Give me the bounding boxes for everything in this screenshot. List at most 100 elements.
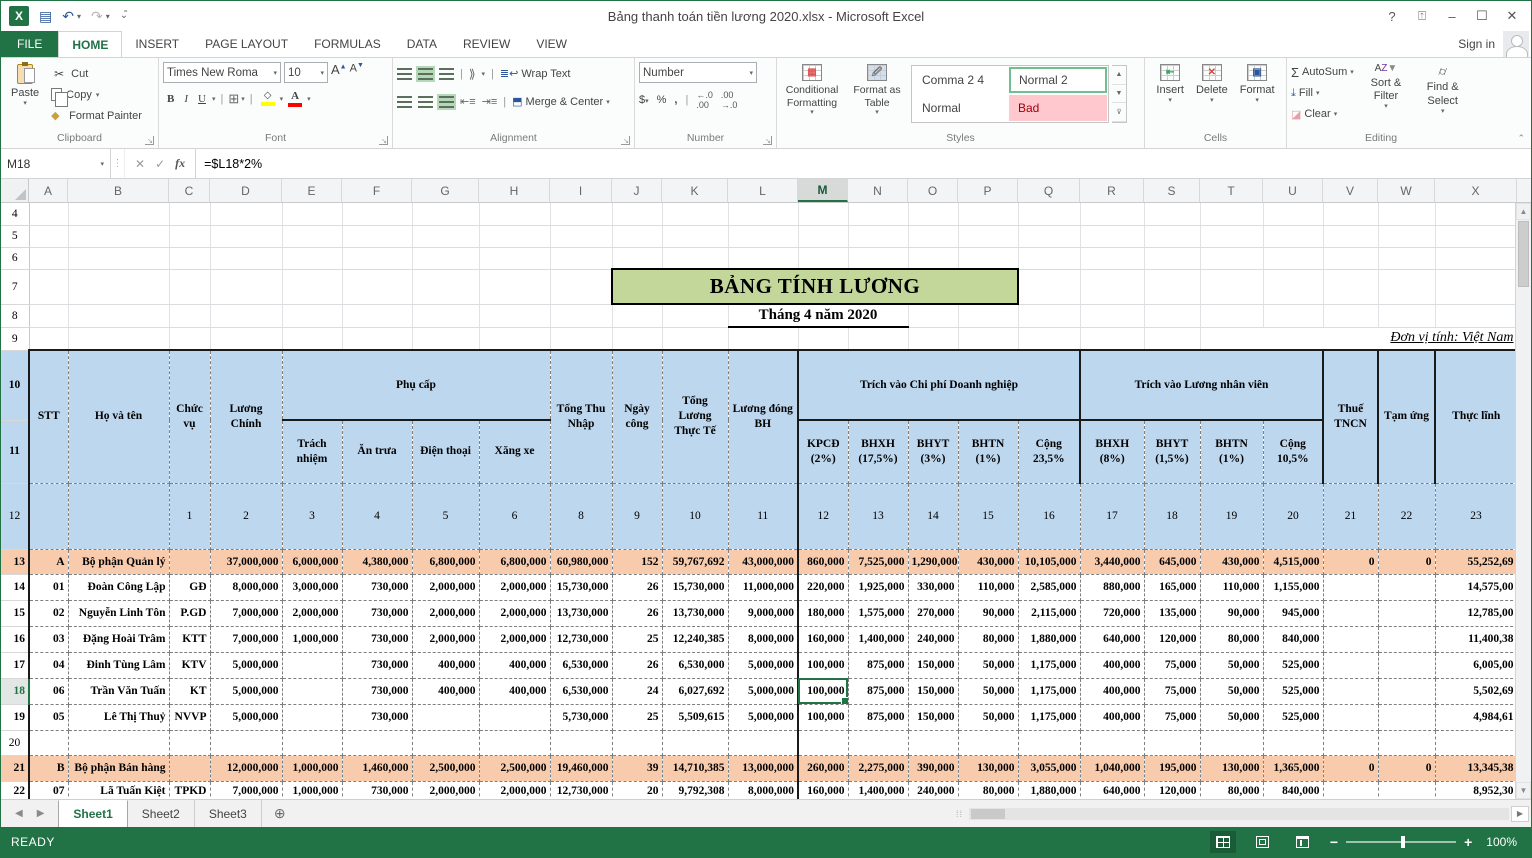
cell[interactable]: 6,530,000: [662, 652, 728, 678]
cell[interactable]: [908, 730, 958, 755]
cell[interactable]: Lê Thị Thuỷ: [68, 704, 169, 730]
align-center-icon[interactable]: [418, 96, 433, 108]
format-as-table-button[interactable]: 🖉 Format as Table▾: [846, 62, 908, 128]
cell[interactable]: [169, 327, 210, 350]
cell[interactable]: [1323, 678, 1378, 704]
cell[interactable]: [1263, 225, 1323, 247]
cell[interactable]: 1,040,000: [1080, 755, 1144, 781]
cell[interactable]: [68, 203, 169, 225]
cell[interactable]: BẢNG TÍNH LƯƠNG: [612, 269, 1018, 304]
cell[interactable]: 2,000,000: [479, 781, 550, 799]
cell[interactable]: Thuế TNCN: [1323, 350, 1378, 483]
close-button[interactable]: ✕: [1499, 5, 1525, 27]
cell[interactable]: 13,345,38: [1435, 755, 1515, 781]
cell[interactable]: Lương đóng BH: [728, 350, 798, 483]
cell[interactable]: [908, 225, 958, 247]
cell[interactable]: 840,000: [1263, 781, 1323, 799]
cell[interactable]: [68, 225, 169, 247]
cell[interactable]: [479, 704, 550, 730]
cell[interactable]: 04: [29, 652, 68, 678]
cell[interactable]: [282, 247, 342, 269]
cell[interactable]: 15: [958, 483, 1018, 549]
cell[interactable]: 400,000: [1080, 652, 1144, 678]
insert-function-icon[interactable]: fx: [175, 156, 185, 171]
cell[interactable]: 0: [1378, 755, 1435, 781]
cell[interactable]: [958, 304, 1018, 327]
cell[interactable]: 9: [612, 483, 662, 549]
cell[interactable]: 1,000,000: [282, 626, 342, 652]
cell[interactable]: [550, 730, 612, 755]
undo-dropdown-icon[interactable]: ▾: [77, 12, 81, 21]
cell[interactable]: 9,792,308: [662, 781, 728, 799]
cell[interactable]: [1018, 304, 1080, 327]
row-header-15[interactable]: 15: [1, 600, 29, 626]
cell[interactable]: 50,000: [1200, 678, 1263, 704]
column-header-P[interactable]: P: [958, 179, 1018, 202]
cell[interactable]: 100,000: [798, 652, 848, 678]
clear-button[interactable]: ◪Clear▾: [1291, 104, 1358, 124]
cell[interactable]: [1323, 203, 1378, 225]
sheet-tab-sheet2[interactable]: Sheet2: [128, 800, 195, 827]
cell[interactable]: 14,710,385: [662, 755, 728, 781]
decrease-decimal-button[interactable]: .00→.0: [721, 90, 738, 110]
cell[interactable]: KPCĐ (2%): [798, 420, 848, 483]
number-format-combo[interactable]: Number▾: [639, 62, 757, 83]
cell[interactable]: [68, 247, 169, 269]
cell[interactable]: Ăn trưa: [342, 420, 412, 483]
cell[interactable]: [612, 225, 662, 247]
cell[interactable]: 1,400,000: [848, 781, 908, 799]
cell[interactable]: 11,000,000: [728, 574, 798, 600]
row-header-21[interactable]: 21: [1, 755, 29, 781]
cell[interactable]: 240,000: [908, 781, 958, 799]
cell[interactable]: 25: [612, 626, 662, 652]
conditional-formatting-button[interactable]: ▦ Conditional Formatting▾: [781, 62, 843, 128]
cell[interactable]: [282, 327, 342, 350]
cell[interactable]: [1435, 225, 1515, 247]
cell[interactable]: [848, 203, 908, 225]
cell[interactable]: [1378, 730, 1435, 755]
cell[interactable]: [282, 304, 342, 327]
column-header-G[interactable]: G: [412, 179, 479, 202]
cell[interactable]: 730,000: [342, 574, 412, 600]
cell[interactable]: [412, 203, 479, 225]
cell[interactable]: [282, 652, 342, 678]
cell[interactable]: 1,175,000: [1018, 678, 1080, 704]
cell[interactable]: 180,000: [798, 600, 848, 626]
cell[interactable]: [550, 327, 612, 350]
cell[interactable]: 720,000: [1080, 600, 1144, 626]
cell[interactable]: [958, 327, 1018, 350]
cell[interactable]: 3: [282, 483, 342, 549]
tab-page-layout[interactable]: PAGE LAYOUT: [192, 31, 301, 57]
cell[interactable]: 18: [1144, 483, 1200, 549]
zoom-out-button[interactable]: −: [1330, 835, 1338, 849]
cell[interactable]: 880,000: [1080, 574, 1144, 600]
cell[interactable]: 13,730,000: [662, 600, 728, 626]
cell[interactable]: [282, 203, 342, 225]
grow-font-button[interactable]: A▲: [331, 62, 347, 83]
cell[interactable]: [169, 225, 210, 247]
vscroll-thumb[interactable]: [1518, 221, 1529, 287]
cell[interactable]: BHYT (3%): [908, 420, 958, 483]
cell[interactable]: 7,000,000: [210, 600, 282, 626]
cell[interactable]: [1144, 247, 1200, 269]
cell[interactable]: [1144, 304, 1200, 327]
cell[interactable]: Tháng 4 năm 2020: [728, 304, 908, 327]
hscroll-thumb[interactable]: [971, 809, 1005, 819]
cell[interactable]: [169, 730, 210, 755]
cell[interactable]: [662, 225, 728, 247]
sort-filter-button[interactable]: AZ▼ Sort & Filter▾: [1361, 62, 1412, 128]
cell[interactable]: [479, 304, 550, 327]
cell[interactable]: [1263, 730, 1323, 755]
font-color-button[interactable]: A: [285, 91, 305, 107]
cell[interactable]: 120,000: [1144, 781, 1200, 799]
hscroll-right-icon[interactable]: ▶: [1511, 806, 1529, 822]
cell[interactable]: 16: [1018, 483, 1080, 549]
cell[interactable]: 26: [612, 600, 662, 626]
cell[interactable]: [728, 327, 798, 350]
cell[interactable]: Đoàn Công Lập: [68, 574, 169, 600]
cell[interactable]: [1200, 225, 1263, 247]
cell[interactable]: Lương Chính: [210, 350, 282, 483]
page-layout-view-button[interactable]: [1250, 831, 1276, 853]
cell[interactable]: [612, 203, 662, 225]
cell[interactable]: [1080, 203, 1144, 225]
